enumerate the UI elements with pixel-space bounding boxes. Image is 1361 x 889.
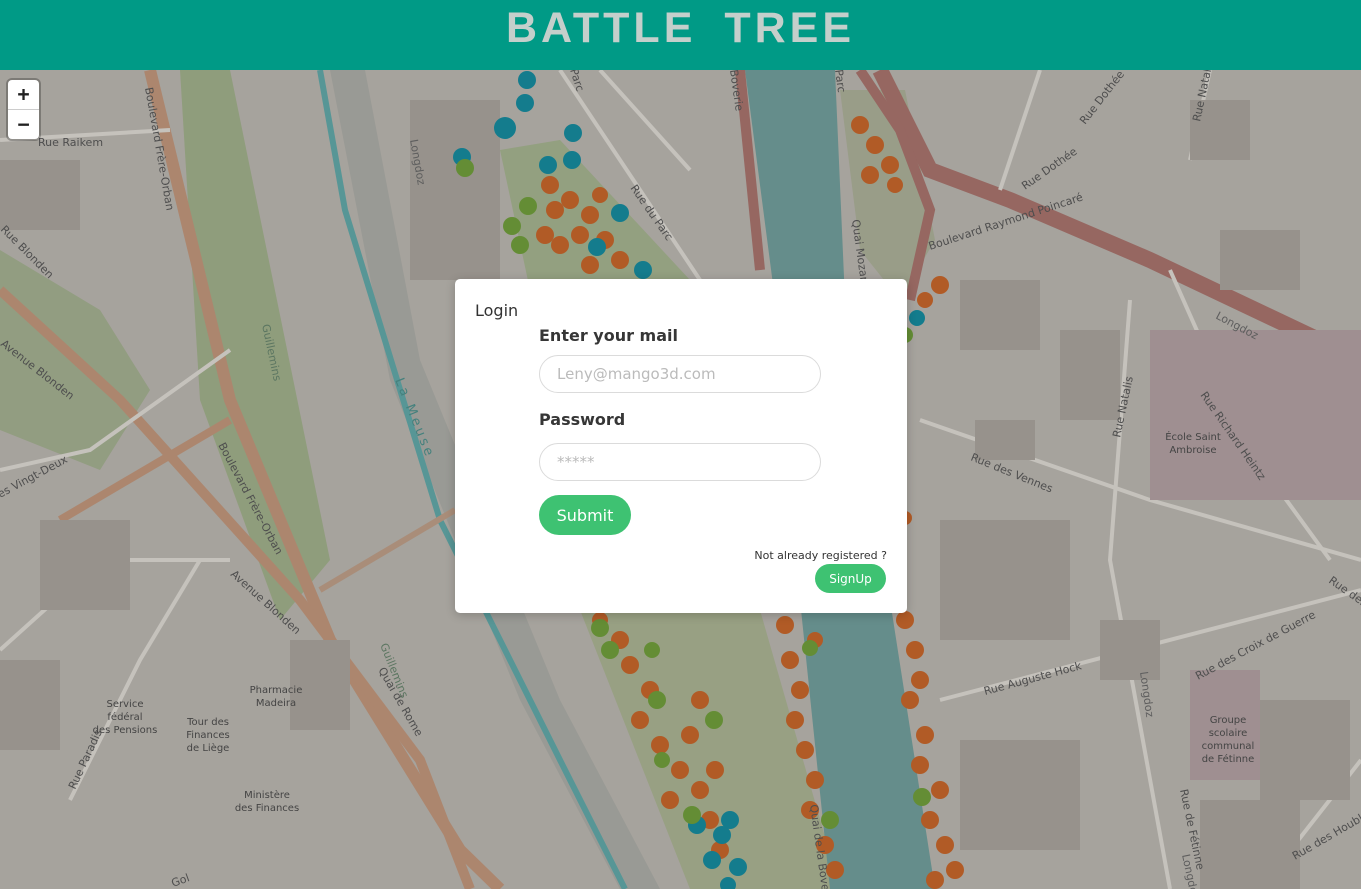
login-modal: Login Enter your mail Password Submit No…	[455, 279, 907, 613]
zoom-out-button[interactable]: −	[8, 109, 39, 139]
mail-label: Enter your mail	[539, 326, 678, 345]
password-input[interactable]	[539, 443, 821, 481]
zoom-control: + −	[8, 80, 39, 139]
app-title: BATTLE TREE	[505, 4, 856, 52]
login-title: Login	[475, 301, 519, 320]
zoom-in-button[interactable]: +	[8, 80, 39, 109]
mail-input[interactable]	[539, 355, 821, 393]
app-header: BATTLE TREE	[0, 0, 1361, 70]
submit-button[interactable]: Submit	[539, 495, 631, 535]
password-label: Password	[539, 410, 626, 429]
signup-button[interactable]: SignUp	[815, 564, 886, 593]
not-registered-text: Not already registered ?	[754, 549, 887, 562]
